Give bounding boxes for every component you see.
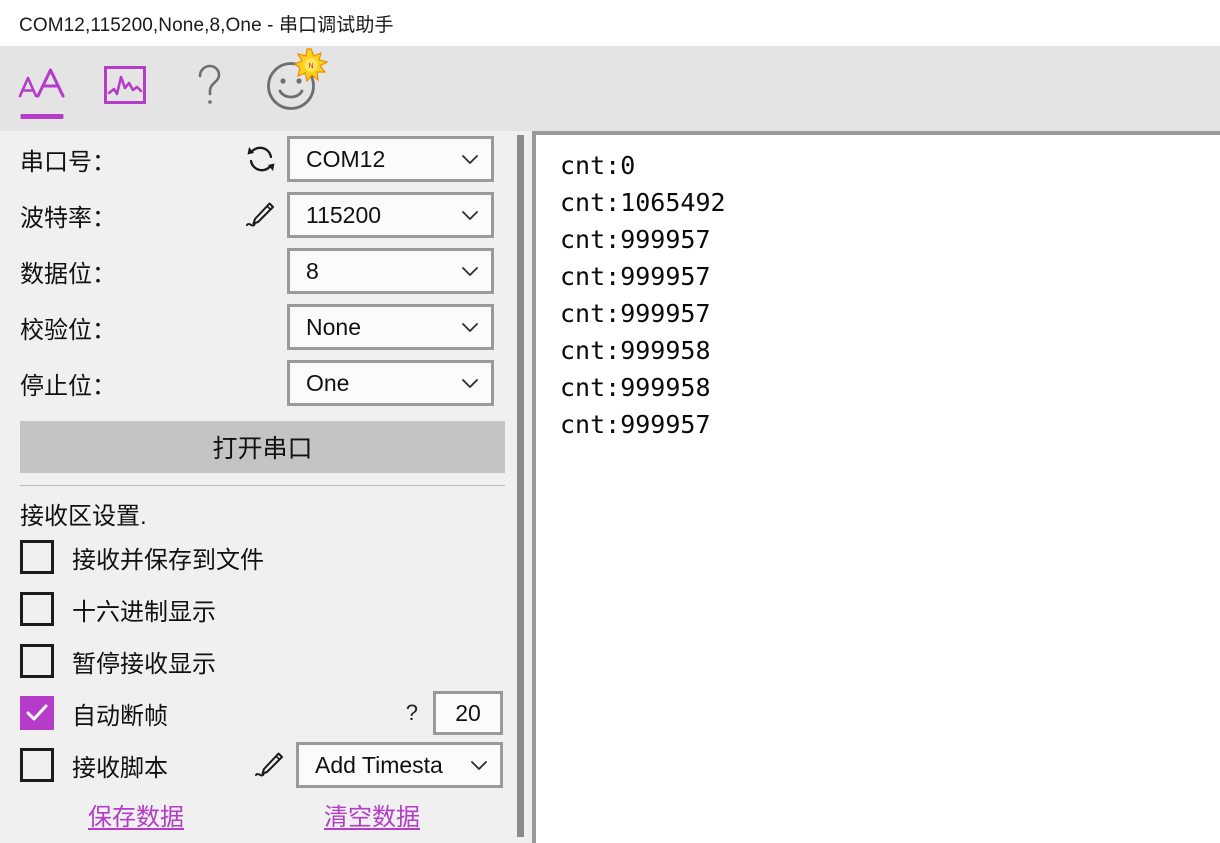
question-icon (188, 61, 228, 109)
receive-line: cnt:999957 (560, 225, 711, 254)
setting-row-stopbits: 停止位： One (0, 355, 506, 411)
refresh-icon[interactable] (235, 143, 287, 175)
receive-script-dropdown[interactable]: Add Timesta (296, 742, 503, 788)
waveform-icon (103, 63, 147, 107)
setting-row-parity: 校验位： None (0, 299, 506, 355)
checkbox-row-hex-display: 十六进制显示 (0, 583, 506, 635)
active-tab-indicator (20, 114, 63, 119)
receive-script-value: Add Timesta (315, 751, 443, 778)
setting-row-databits: 数据位： 8 (0, 243, 506, 299)
parity-value: None (306, 313, 361, 340)
receive-text-area[interactable]: cnt:0 cnt:1065492 cnt:999957 cnt:999957 … (532, 131, 1220, 843)
receive-line: cnt:999957 (560, 262, 711, 291)
checkbox-row-save-to-file: 接收并保存到文件 (0, 531, 506, 583)
port-dropdown[interactable]: COM12 (287, 136, 494, 182)
content-area: 串口号： COM12 波特率： 115200 数据位： 8 校验位： None … (0, 131, 1220, 843)
checkbox-label-receive-script: 接收脚本 (72, 754, 168, 782)
checkbox-auto-frame[interactable] (20, 696, 54, 730)
settings-panel: 串口号： COM12 波特率： 115200 数据位： 8 校验位： None … (0, 131, 506, 843)
chevron-down-icon (459, 148, 481, 170)
script-edit-pen-icon[interactable] (244, 749, 296, 781)
chevron-down-icon (459, 372, 481, 394)
checkbox-row-pause-display: 暂停接收显示 (0, 635, 506, 687)
receive-line: cnt:999958 (560, 373, 711, 402)
auto-frame-help-icon[interactable]: ? (406, 700, 418, 726)
setting-row-port: 串口号： COM12 (0, 131, 506, 187)
app-window: COM12,115200,None,8,One - 串口调试助手 N 串口号： … (0, 0, 1220, 843)
checkbox-hex-display[interactable] (20, 592, 54, 626)
receive-settings-title: 接收区设置. (20, 503, 147, 530)
chevron-down-icon (459, 316, 481, 338)
auto-frame-timeout-input[interactable]: 20 (433, 691, 503, 735)
panel-splitter[interactable] (506, 131, 532, 843)
setting-row-baudrate: 波特率： 115200 (0, 187, 506, 243)
setting-label-stopbits: 停止位： (20, 372, 116, 400)
receive-line: cnt:999958 (560, 336, 711, 365)
receive-line: cnt:999957 (560, 410, 711, 439)
checkbox-save-to-file[interactable] (20, 540, 54, 574)
settings-scrollbar-thumb[interactable] (517, 135, 524, 837)
toolbar-item-font-size[interactable] (0, 46, 83, 131)
chevron-down-icon (468, 754, 490, 776)
port-value: COM12 (306, 145, 386, 172)
databits-value: 8 (306, 257, 319, 284)
clear-data-link[interactable]: 清空数据 (324, 797, 420, 832)
setting-label-port: 串口号： (20, 148, 116, 176)
checkbox-label-save-to-file: 接收并保存到文件 (72, 546, 264, 574)
toolbar: N (0, 46, 1220, 131)
save-data-link[interactable]: 保存数据 (88, 797, 184, 832)
checkbox-receive-script[interactable] (20, 748, 54, 782)
checkbox-row-receive-script: 接收脚本 Add Timesta (0, 739, 506, 791)
open-port-button[interactable]: 打开串口 (20, 421, 505, 473)
toolbar-item-help[interactable] (166, 46, 249, 131)
receive-line: cnt:0 (560, 151, 636, 180)
new-badge-icon: N (293, 48, 329, 83)
window-title: COM12,115200,None,8,One - 串口调试助手 (19, 14, 394, 36)
toolbar-item-waveform[interactable] (83, 46, 166, 131)
databits-dropdown[interactable]: 8 (287, 248, 494, 294)
setting-label-parity: 校验位： (20, 316, 116, 344)
stopbits-value: One (306, 369, 350, 396)
checkbox-label-hex-display: 十六进制显示 (72, 598, 216, 626)
checkbox-row-auto-frame: 自动断帧 ? 20 (0, 687, 506, 739)
checkbox-pause-display[interactable] (20, 644, 54, 678)
baudrate-value: 115200 (306, 201, 382, 228)
svg-text:N: N (308, 63, 313, 70)
chevron-down-icon (459, 260, 481, 282)
receive-line: cnt:999957 (560, 299, 711, 328)
setting-label-databits: 数据位： (20, 260, 116, 288)
parity-dropdown[interactable]: None (287, 304, 494, 350)
toolbar-item-about[interactable]: N (249, 46, 332, 131)
receive-line: cnt:1065492 (560, 188, 726, 217)
font-size-icon (16, 62, 68, 108)
title-bar: COM12,115200,None,8,One - 串口调试助手 (0, 0, 1220, 46)
data-action-links: 保存数据 清空数据 (0, 797, 506, 832)
baudrate-dropdown[interactable]: 115200 (287, 192, 494, 238)
checkbox-label-auto-frame: 自动断帧 (72, 702, 168, 730)
setting-label-baudrate: 波特率： (20, 204, 116, 232)
chevron-down-icon (459, 204, 481, 226)
stopbits-dropdown[interactable]: One (287, 360, 494, 406)
checkbox-label-pause-display: 暂停接收显示 (72, 650, 216, 678)
pen-icon[interactable] (235, 199, 287, 231)
